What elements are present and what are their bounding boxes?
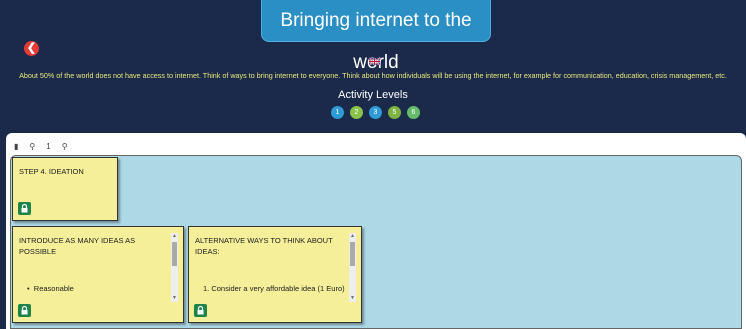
note-scrollbar[interactable]: ▲ ▼ <box>349 233 356 302</box>
zoom-level: 1 <box>46 142 51 151</box>
zoom-out-icon[interactable]: ⚲ <box>29 142 35 152</box>
menu-icon[interactable]: ▮ <box>14 142 18 152</box>
zoom-in-icon[interactable]: ⚲ <box>62 142 68 152</box>
level-6-button[interactable]: 6 <box>407 106 420 119</box>
level-2-button[interactable]: 2 <box>350 106 363 119</box>
board-toolbar: ▮ ⚲ 1 ⚲ <box>14 142 68 152</box>
lock-icon[interactable] <box>18 202 31 215</box>
activity-levels-title: Activity Levels <box>338 89 408 101</box>
note-title: STEP 4. IDEATION <box>19 167 84 176</box>
uk-flag-icon[interactable] <box>369 58 380 65</box>
note-title: INTRODUCE AS MANY IDEAS AS POSSIBLE <box>19 236 136 256</box>
note-list-item: • Reasonable <box>27 284 74 293</box>
note-scrollbar[interactable]: ▲ ▼ <box>171 233 178 302</box>
back-button[interactable]: ❮ <box>24 41 39 56</box>
page-title: Bringing internet to the world <box>261 0 491 73</box>
note-step-4[interactable]: STEP 4. IDEATION <box>12 157 118 221</box>
note-item-text: 1. Consider a very affordable idea (1 Eu… <box>203 284 345 293</box>
note-item-text: Reasonable <box>33 284 74 293</box>
lock-icon[interactable] <box>194 304 207 317</box>
activity-description: About 50% of the world does not have acc… <box>19 71 727 80</box>
arrow-left-icon: ❮ <box>26 42 37 54</box>
note-title: ALTERNATIVE WAYS TO THINK ABOUT IDEAS: <box>195 236 333 256</box>
note-introduce-ideas[interactable]: INTRODUCE AS MANY IDEAS AS POSSIBLE • Re… <box>12 226 184 323</box>
level-1-button[interactable]: 1 <box>331 106 344 119</box>
level-3-button[interactable]: 3 <box>369 106 382 119</box>
level-5-button[interactable]: 5 <box>388 106 401 119</box>
activity-levels: 1 2 3 5 6 <box>331 106 420 119</box>
note-alternative-ways[interactable]: ALTERNATIVE WAYS TO THINK ABOUT IDEAS: 1… <box>188 226 362 323</box>
ideation-board[interactable]: STEP 4. IDEATION INTRODUCE AS MANY IDEAS… <box>10 155 742 329</box>
lock-icon[interactable] <box>18 304 31 317</box>
